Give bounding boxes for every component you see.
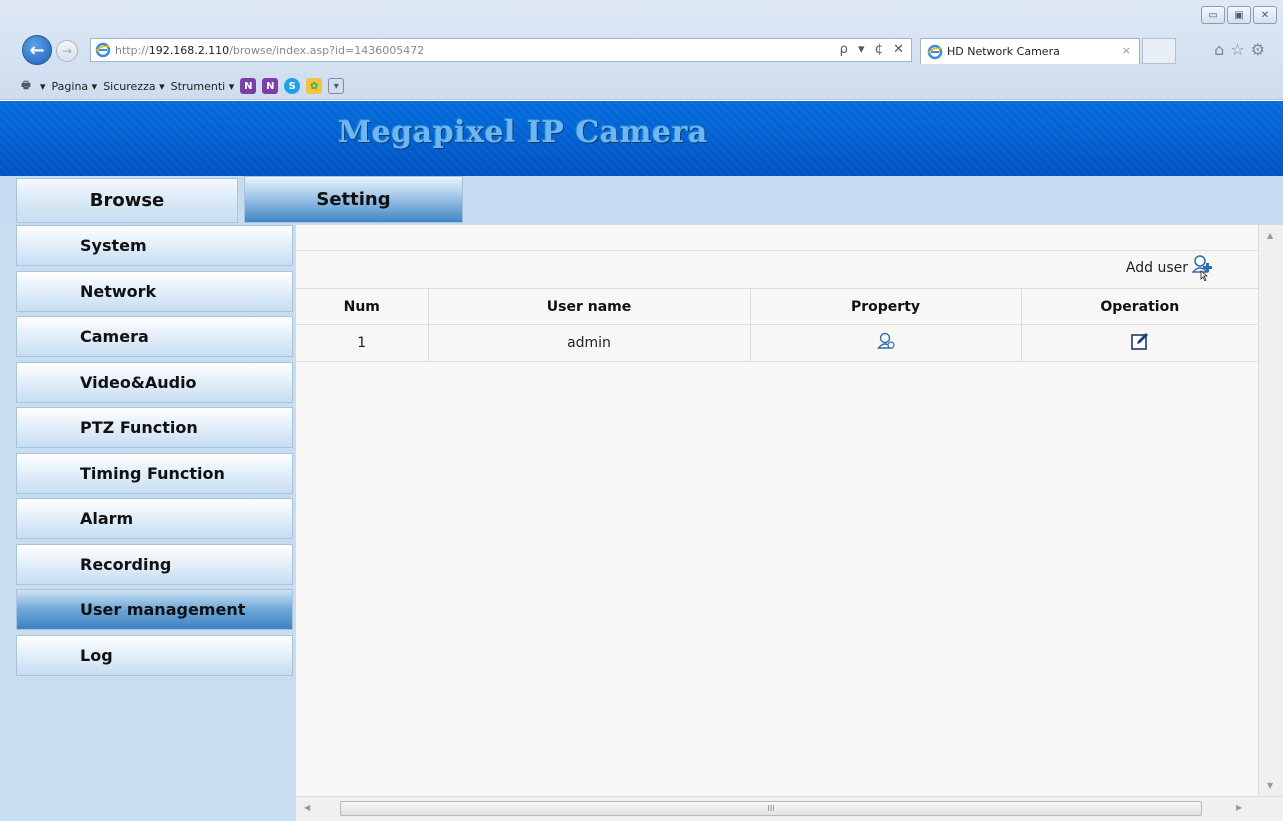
back-button[interactable]: ← bbox=[22, 35, 52, 65]
add-user-icon bbox=[1192, 255, 1212, 281]
sidebar-item-ptz-function[interactable]: PTZ Function bbox=[16, 407, 293, 448]
command-bar: 🖶 ▾ Pagina ▾ Sicurezza ▾ Strumenti ▾ N N… bbox=[18, 76, 345, 96]
browser-chrome: ▭ ▣ ✕ ← → http://192.168.2.110/browse/in… bbox=[0, 0, 1283, 100]
pagina-menu[interactable]: Pagina ▾ bbox=[52, 80, 98, 93]
vertical-scrollbar[interactable]: ▲ ▼ bbox=[1258, 225, 1283, 796]
camera-banner: Megapixel IP Camera bbox=[0, 101, 1283, 176]
col-header-property: Property bbox=[749, 288, 1022, 325]
address-bar[interactable]: http://192.168.2.110/browse/index.asp?id… bbox=[90, 38, 912, 62]
settings-sidebar: System Network Camera Video&Audio PTZ Fu… bbox=[0, 225, 296, 821]
onenote-icon[interactable]: N bbox=[240, 78, 257, 94]
col-header-num: Num bbox=[296, 288, 429, 325]
horizontal-scrollbar[interactable]: ◀ III ▶ bbox=[296, 796, 1283, 821]
scroll-down-icon[interactable]: ▼ bbox=[1267, 781, 1273, 790]
banner-title: Megapixel IP Camera bbox=[338, 115, 708, 150]
sidebar-item-system[interactable]: System bbox=[16, 225, 293, 266]
cell-user-name: admin bbox=[427, 324, 751, 362]
thumb-grip: III bbox=[767, 804, 775, 813]
sidebar-item-user-management[interactable]: User management bbox=[16, 589, 293, 630]
forward-arrow-icon: → bbox=[61, 44, 73, 58]
addon-icon[interactable]: ✿ bbox=[306, 78, 323, 94]
strumenti-menu[interactable]: Strumenti ▾ bbox=[171, 80, 235, 93]
tab-close-icon[interactable]: × bbox=[1122, 44, 1131, 57]
close-window-button[interactable]: ✕ bbox=[1253, 6, 1277, 24]
minimize-button[interactable]: ▭ bbox=[1201, 6, 1225, 24]
ie-logo-icon bbox=[95, 42, 111, 58]
tab-hd-network-camera[interactable]: HD Network Camera × bbox=[920, 38, 1140, 64]
page-view-icon[interactable]: ▾ bbox=[328, 78, 345, 94]
scroll-left-icon[interactable]: ◀ bbox=[304, 803, 310, 812]
user-property-icon[interactable] bbox=[876, 332, 895, 350]
sidebar-item-network[interactable]: Network bbox=[16, 271, 293, 312]
cell-num: 1 bbox=[296, 324, 429, 362]
user-management-panel: Add user Num User name Property Operatio… bbox=[296, 225, 1258, 796]
back-arrow-icon: ← bbox=[29, 39, 45, 61]
ie-logo-icon bbox=[927, 44, 943, 59]
window-controls: ▭ ▣ ✕ bbox=[1201, 6, 1277, 24]
divider bbox=[296, 250, 1258, 251]
sidebar-item-log[interactable]: Log bbox=[16, 635, 293, 676]
sidebar-item-camera[interactable]: Camera bbox=[16, 316, 293, 357]
add-user-label: Add user bbox=[1125, 260, 1188, 276]
print-dropdown[interactable]: ▾ bbox=[40, 80, 46, 93]
cell-operation bbox=[1020, 324, 1258, 362]
tab-title: HD Network Camera bbox=[947, 45, 1060, 58]
tab-browse[interactable]: Browse bbox=[16, 178, 238, 223]
sidebar-item-timing-function[interactable]: Timing Function bbox=[16, 453, 293, 494]
skype-icon[interactable]: S bbox=[284, 78, 301, 94]
toolbar-icons[interactable]: ⌂☆⚙ bbox=[1214, 40, 1271, 59]
table-header-row: Num User name Property Operation bbox=[296, 288, 1258, 325]
forward-button[interactable]: → bbox=[56, 40, 78, 62]
onenote-linked-icon[interactable]: N bbox=[262, 78, 279, 94]
print-icon[interactable]: 🖶 bbox=[18, 78, 34, 94]
cell-property bbox=[749, 324, 1022, 362]
scroll-up-icon[interactable]: ▲ bbox=[1267, 231, 1273, 240]
sidebar-item-recording[interactable]: Recording bbox=[16, 544, 293, 585]
url-text: http://192.168.2.110/browse/index.asp?id… bbox=[115, 43, 425, 57]
scroll-right-icon[interactable]: ▶ bbox=[1236, 803, 1242, 812]
top-navigation: Browse Setting bbox=[0, 176, 1283, 225]
tab-setting[interactable]: Setting bbox=[244, 176, 463, 223]
new-tab-button[interactable] bbox=[1142, 38, 1176, 64]
add-user-button[interactable]: Add user bbox=[1126, 255, 1214, 281]
scroll-thumb[interactable]: III bbox=[340, 801, 1202, 816]
users-table: Num User name Property Operation 1 admin bbox=[296, 288, 1258, 362]
address-controls[interactable]: ρ ▾ ¢ ✕ bbox=[840, 42, 907, 57]
col-header-operation: Operation bbox=[1020, 288, 1258, 325]
sidebar-item-alarm[interactable]: Alarm bbox=[16, 498, 293, 539]
table-row: 1 admin bbox=[296, 324, 1258, 362]
col-header-user-name: User name bbox=[427, 288, 751, 325]
maximize-button[interactable]: ▣ bbox=[1227, 6, 1251, 24]
sidebar-item-video-audio[interactable]: Video&Audio bbox=[16, 362, 293, 403]
edit-icon[interactable] bbox=[1130, 332, 1149, 350]
sicurezza-menu[interactable]: Sicurezza ▾ bbox=[103, 80, 164, 93]
